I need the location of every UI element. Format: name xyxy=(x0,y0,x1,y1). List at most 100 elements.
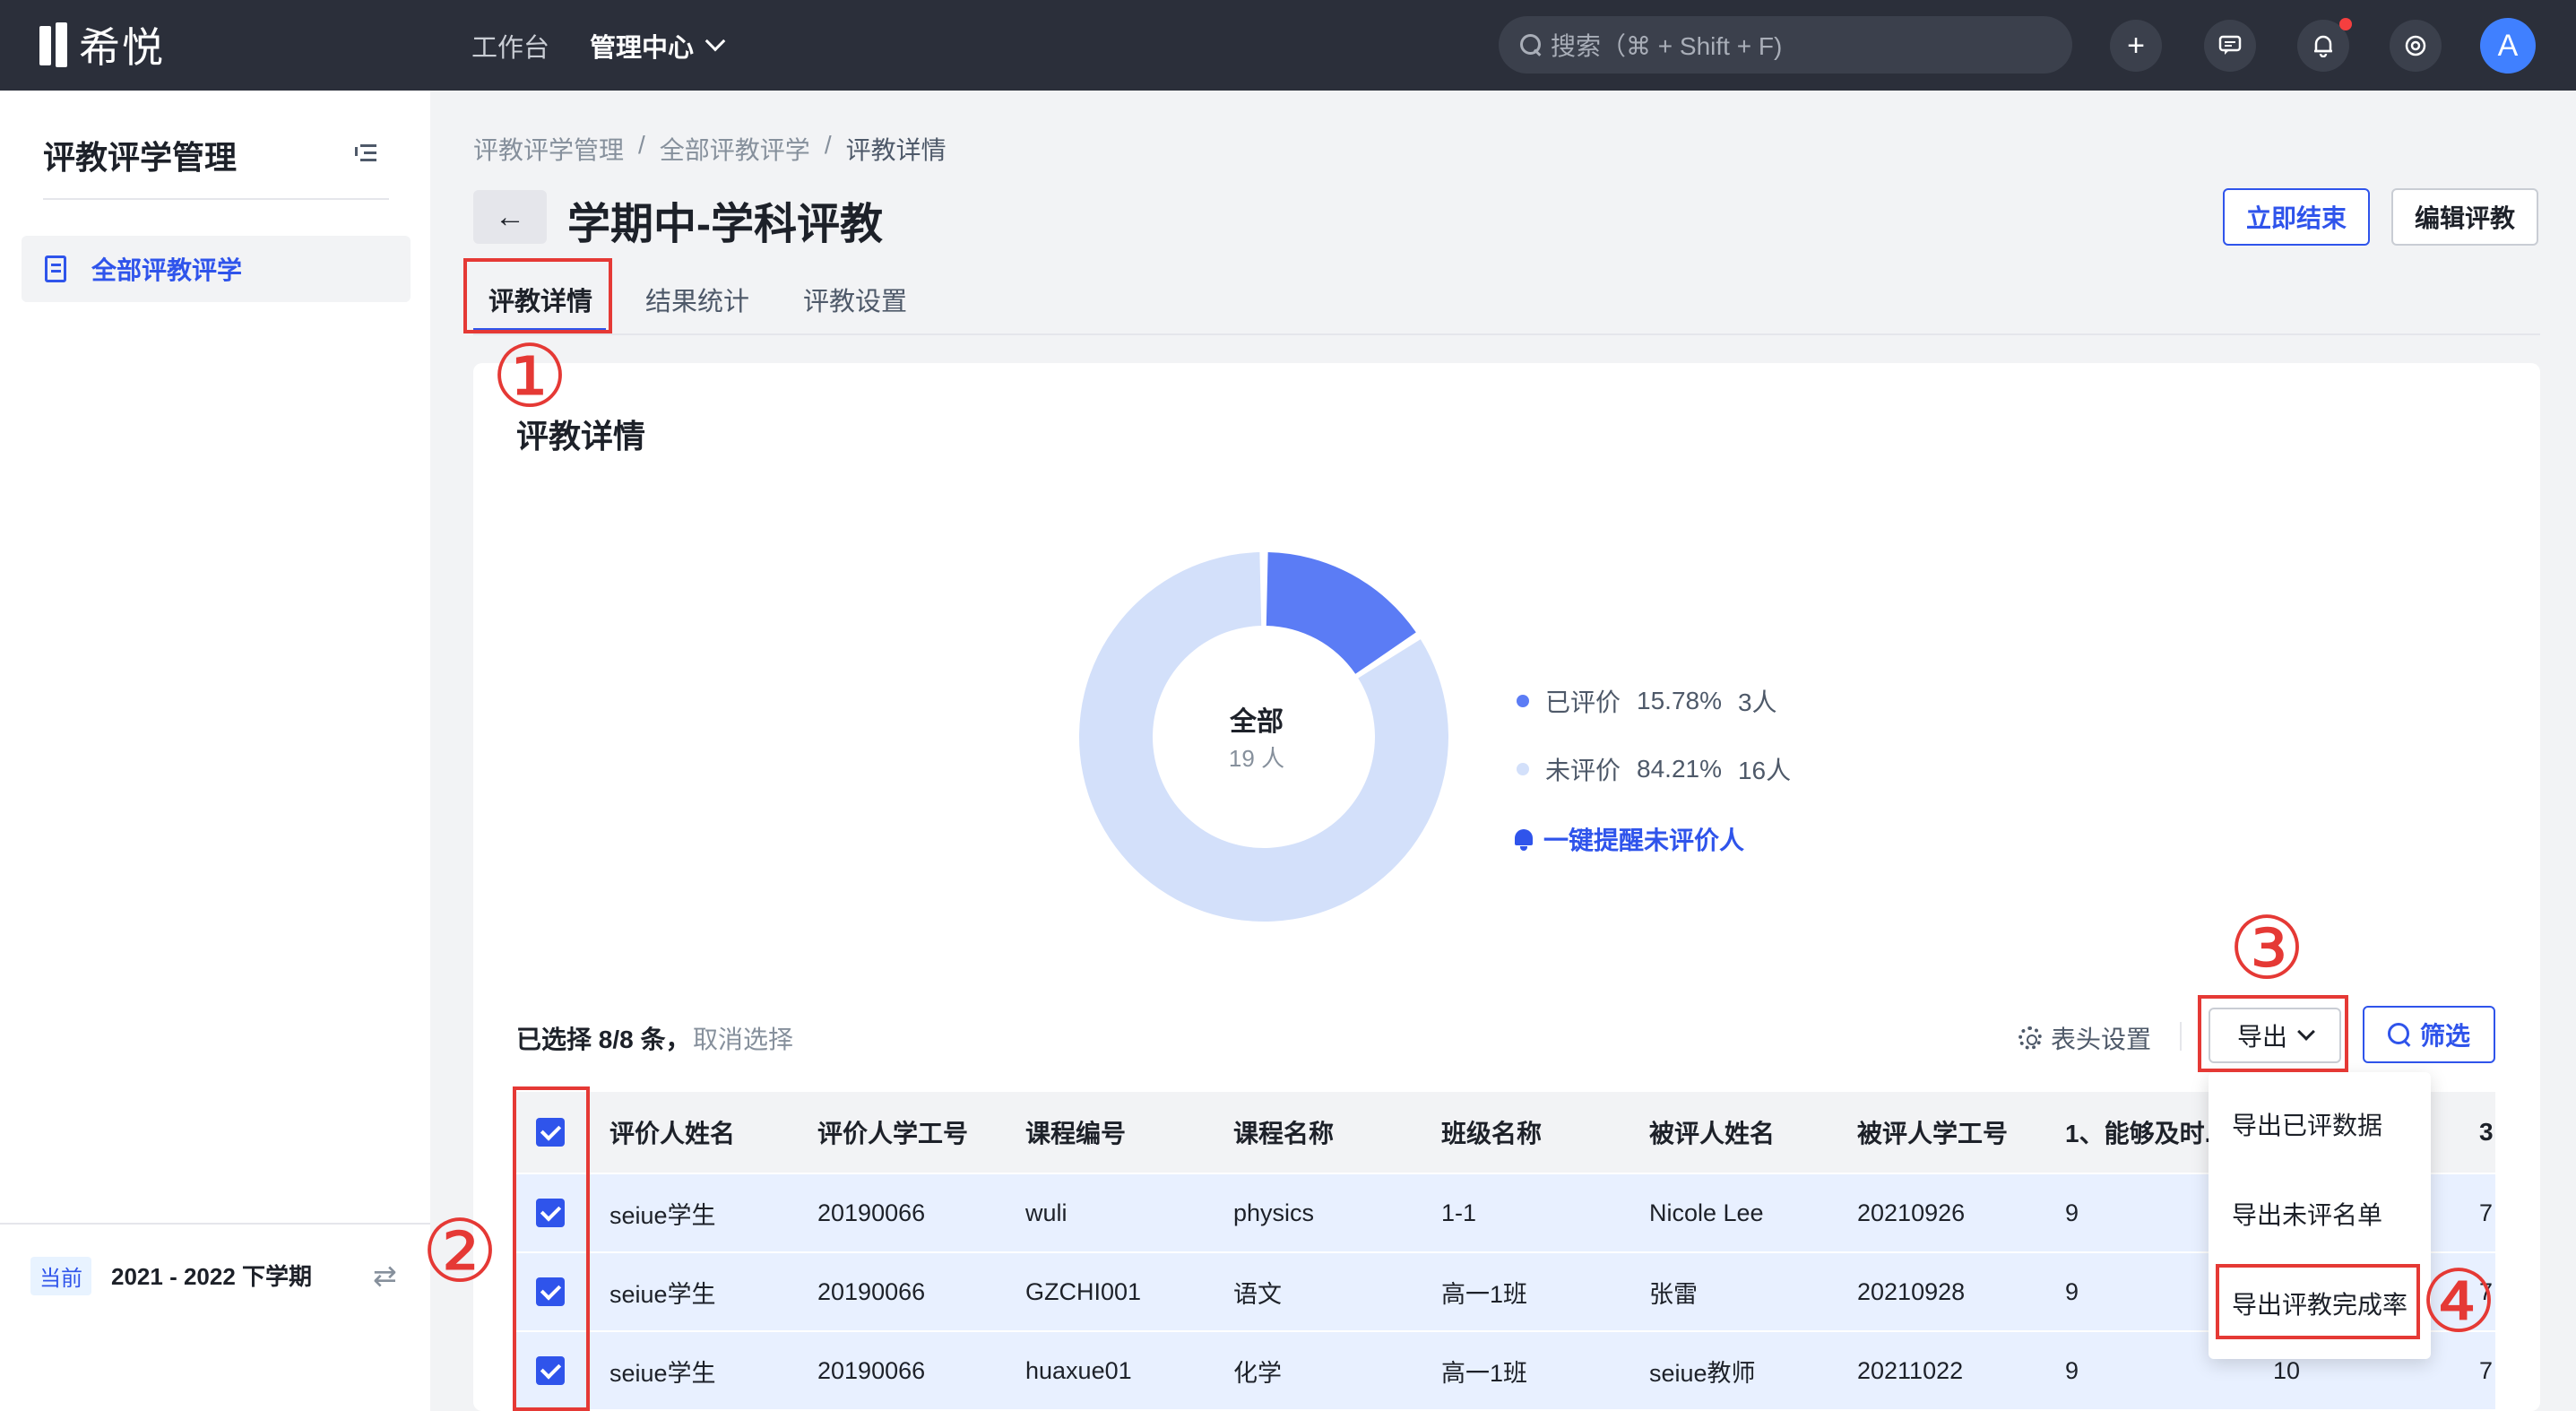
page-title: 学期中-学科评教 xyxy=(567,201,883,248)
column-header[interactable]: 班级名称 xyxy=(1441,1092,1638,1173)
legend-dot xyxy=(1517,763,1529,775)
logo-icon xyxy=(39,22,72,67)
selection-count: 已选择 8/8 条， xyxy=(516,1026,691,1053)
table-row[interactable]: seiue学生 20190066 GZCHI001 语文 高一1班 张雷 20210928 9… xyxy=(516,1251,2495,1330)
table-cell: 高一1班 xyxy=(1441,1359,1528,1387)
annotation-box-tab xyxy=(463,258,612,333)
breadcrumb-item[interactable]: 全部评教评学 xyxy=(660,131,810,167)
evaluation-table: 评价人姓名 评价人学工号 课程编号 课程名称 班级名称 被评人姓名 被评人学工号… xyxy=(516,1092,2495,1411)
top-navigation-bar: 希悦 工作台 管理中心 搜索（⌘ + Shift + F) + A xyxy=(0,0,2576,91)
messages-button[interactable] xyxy=(2204,20,2256,72)
current-term-text: 2021 - 2022 下学期 xyxy=(111,1263,313,1290)
donut-center-count: 19 人 xyxy=(1228,745,1285,772)
sidebar: 评教评学管理 全部评教评学 xyxy=(0,91,430,1411)
table-cell: seiue学生 xyxy=(609,1280,716,1308)
donut-slice-0 xyxy=(1266,552,1416,674)
table-cell: GZCHI001 xyxy=(1025,1277,1142,1305)
column-header[interactable]: 3 xyxy=(2479,1092,2495,1173)
donut-center-label: 全部 xyxy=(1230,707,1284,737)
document-icon xyxy=(45,255,66,282)
sidebar-footer-divider xyxy=(0,1223,430,1225)
notification-dot xyxy=(2339,18,2352,30)
tab-result-statistics[interactable]: 结果统计 xyxy=(645,281,749,318)
table-cell: Nicole Lee xyxy=(1649,1199,1764,1226)
column-header[interactable]: 课程名称 xyxy=(1233,1092,1431,1173)
column-header[interactable]: 评价人学工号 xyxy=(817,1092,1015,1173)
annotation-number: ① xyxy=(491,326,569,427)
legend-not-evaluated: 未评价 84.21% 16人 xyxy=(1517,751,1791,787)
sidebar-title: 评教评学管理 xyxy=(43,139,238,176)
tab-evaluation-settings[interactable]: 评教设置 xyxy=(803,281,907,318)
search-icon xyxy=(1520,34,1542,56)
back-button[interactable]: ← xyxy=(473,190,547,244)
search-placeholder: 搜索（⌘ + Shift + F) xyxy=(1551,32,1783,60)
table-cell: 化学 xyxy=(1233,1359,1282,1387)
table-cell: 20190066 xyxy=(817,1356,926,1384)
table-cell: seiue学生 xyxy=(609,1359,716,1387)
table-cell: seiue学生 xyxy=(609,1201,716,1229)
column-header[interactable]: 1、能够及时... xyxy=(2065,1092,2232,1173)
app-logo[interactable]: 希悦 xyxy=(39,20,165,71)
annotation-number: ② xyxy=(421,1201,499,1302)
support-icon xyxy=(2405,35,2426,56)
collapse-sidebar-icon[interactable] xyxy=(355,144,376,162)
table-cell: huaxue01 xyxy=(1025,1356,1132,1384)
table-cell: physics xyxy=(1233,1199,1315,1226)
table-cell: wuli xyxy=(1025,1199,1068,1226)
legend-label: 未评价 xyxy=(1545,757,1621,784)
table-cell: 7 xyxy=(2479,1199,2494,1226)
table-row[interactable]: seiue学生 20190066 huaxue01 化学 高一1班 seiue教师 2021… xyxy=(516,1330,2495,1409)
annotation-box-export xyxy=(2198,995,2348,1072)
table-row[interactable]: seiue学生 20190066 wuli physics 1-1 Nicole Lee 2… xyxy=(516,1173,2495,1251)
table-cell: seiue教师 xyxy=(1649,1359,1756,1387)
nav-management-center[interactable]: 管理中心 xyxy=(590,27,694,65)
search-input[interactable]: 搜索（⌘ + Shift + F) xyxy=(1499,16,2072,74)
table-header: 评价人姓名 评价人学工号 课程编号 课程名称 班级名称 被评人姓名 被评人学工号… xyxy=(516,1092,2495,1173)
filter-button[interactable]: 筛选 xyxy=(2363,1006,2495,1063)
menu-item-export-evaluated[interactable]: 导出已评数据 xyxy=(2232,1106,2382,1142)
annotation-number: ④ xyxy=(2420,1251,2498,1352)
table-cell: 20211022 xyxy=(1857,1356,1964,1384)
table-cell: 20210928 xyxy=(1857,1277,1966,1305)
breadcrumb-separator: / xyxy=(638,131,645,159)
nav-workbench[interactable]: 工作台 xyxy=(471,27,549,65)
cancel-selection-link[interactable]: 取消选择 xyxy=(693,1020,793,1056)
sidebar-item-all-evaluations[interactable]: 全部评教评学 xyxy=(22,236,411,302)
column-settings-button[interactable]: 表头设置 xyxy=(2018,1020,2151,1056)
breadcrumb-item[interactable]: 评教评学管理 xyxy=(473,131,624,167)
add-button[interactable]: + xyxy=(2110,20,2162,72)
breadcrumb-current: 评教详情 xyxy=(845,136,947,164)
column-header[interactable]: 被评人姓名 xyxy=(1649,1092,1846,1173)
column-header[interactable]: 评价人姓名 xyxy=(609,1092,807,1173)
remind-label: 一键提醒未评价人 xyxy=(1543,827,1745,854)
table-cell: 20190066 xyxy=(817,1199,926,1226)
menu-item-export-unevaluated[interactable]: 导出未评名单 xyxy=(2232,1196,2382,1232)
chat-icon xyxy=(2218,35,2242,55)
table-cell: 张雷 xyxy=(1649,1280,1698,1308)
table-cell: 高一1班 xyxy=(1441,1280,1528,1308)
help-button[interactable] xyxy=(2390,20,2442,72)
edit-evaluation-button[interactable]: 编辑评教 xyxy=(2391,188,2538,246)
tabs-divider xyxy=(473,333,2540,335)
user-avatar[interactable]: A xyxy=(2480,18,2536,74)
end-now-button[interactable]: 立即结束 xyxy=(2223,188,2370,246)
bell-icon xyxy=(1513,827,1534,851)
annotation-number: ③ xyxy=(2228,898,2306,999)
switch-term-icon[interactable]: ⇄ xyxy=(373,1259,397,1293)
annotation-box-checkboxes xyxy=(513,1086,590,1411)
table-cell: 20190066 xyxy=(817,1277,926,1305)
legend-count: 3人 xyxy=(1737,688,1777,716)
annotation-box-completion-rate xyxy=(2216,1264,2420,1339)
legend-label: 已评价 xyxy=(1545,688,1621,716)
column-header[interactable]: 被评人学工号 xyxy=(1857,1092,2054,1173)
legend-count: 16人 xyxy=(1737,757,1792,784)
legend-percent: 15.78% xyxy=(1637,687,1722,714)
chevron-down-icon[interactable] xyxy=(705,30,726,52)
remind-unevaluated-link[interactable]: 一键提醒未评价人 xyxy=(1513,821,1744,857)
breadcrumb: 评教评学管理 / 全部评教评学 / 评教详情 xyxy=(473,131,947,167)
arrow-left-icon: ← xyxy=(495,199,525,234)
legend-dot xyxy=(1517,695,1529,707)
column-header[interactable]: 课程编号 xyxy=(1025,1092,1223,1173)
logo-text: 希悦 xyxy=(79,24,165,71)
toolbar-separator xyxy=(2180,1022,2182,1051)
